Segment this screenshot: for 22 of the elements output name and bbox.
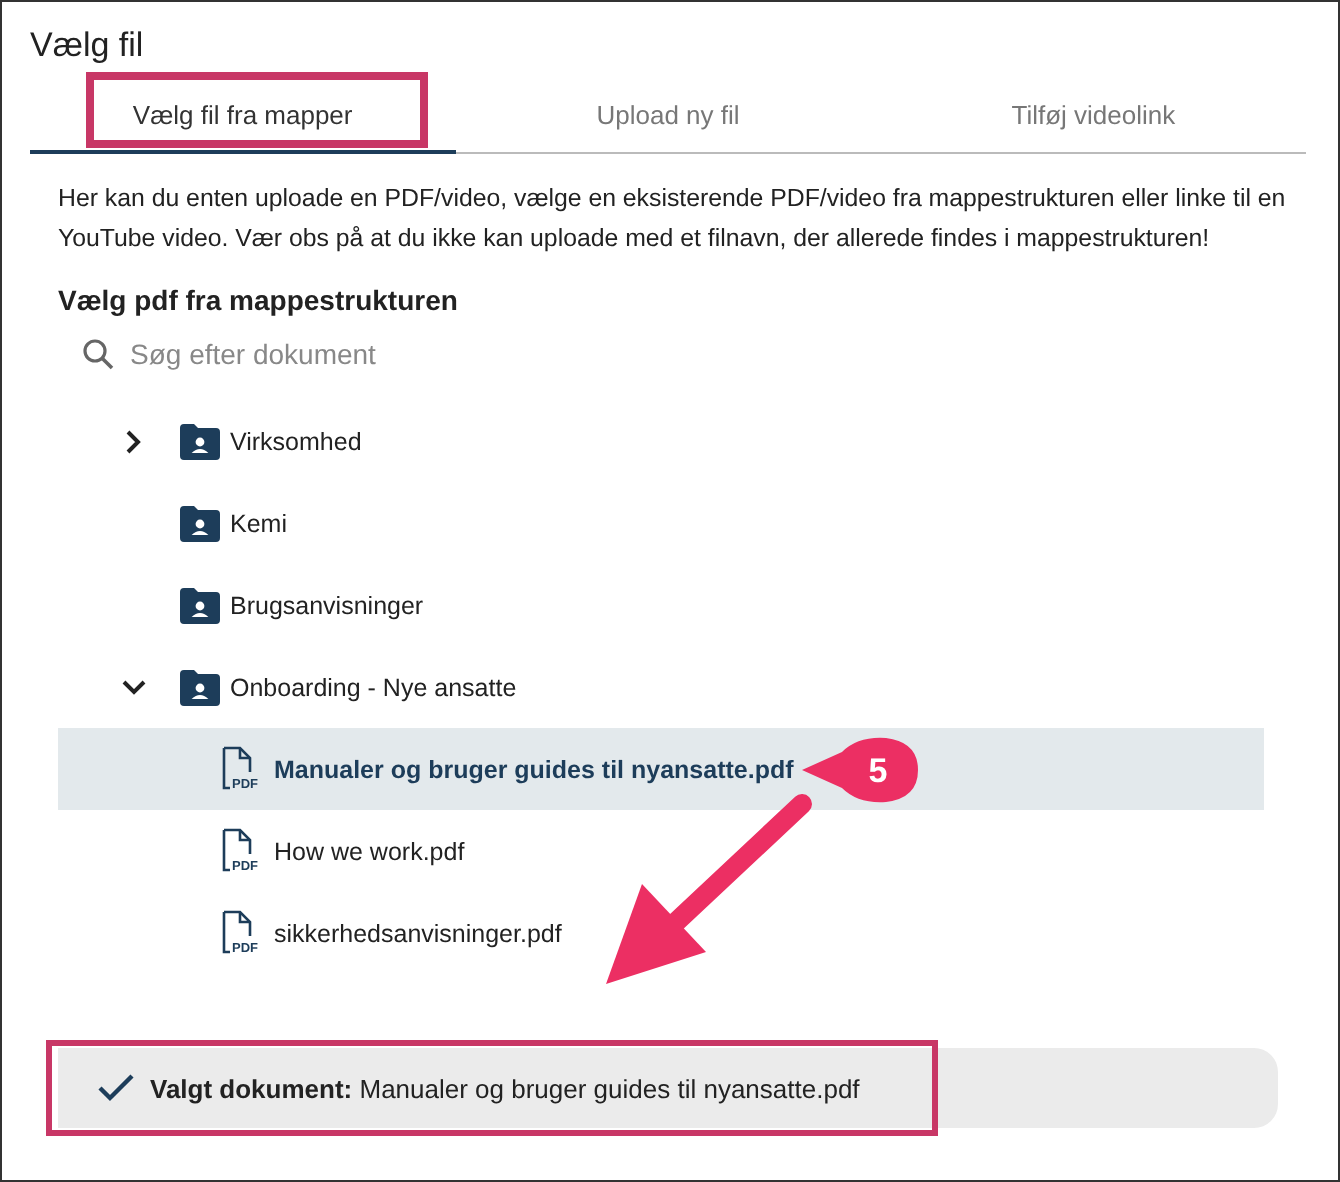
folder-icon bbox=[178, 423, 222, 459]
expand-chevron-icon[interactable] bbox=[126, 429, 142, 453]
tab[interactable]: Upload ny fil bbox=[455, 94, 881, 150]
dialog-title: Vælg fil bbox=[30, 26, 146, 66]
file-name: sikkerhedsanvisninger.pdf bbox=[274, 919, 562, 947]
search-icon bbox=[82, 338, 114, 370]
folder-name[interactable]: Virksomhed bbox=[230, 427, 362, 455]
tab[interactable]: Vælg fil fra mapper bbox=[30, 94, 456, 154]
checkmark-icon bbox=[98, 1074, 134, 1102]
file-name: Manualer og bruger guides til nyansatte.pdf bbox=[274, 755, 794, 783]
file-name: How we work.pdf bbox=[274, 837, 465, 865]
folder-icon bbox=[178, 669, 222, 705]
selected-document-text: Valgt dokument: Manualer og bruger guides til nyansatte.pdf bbox=[150, 1073, 860, 1103]
description-text: Her kan du enten uploade en PDF/video, vælge en eksisterende PDF/video fra mappestrukturen eller linke til en YouTube video. Vær obs på at du ikke kan uploade med et filnavn, der allerede findes i mappestrukturen! bbox=[58, 182, 1288, 256]
folder-name[interactable]: Kemi bbox=[230, 509, 287, 537]
folder-icon bbox=[178, 587, 222, 623]
tab[interactable]: Tilføj videolink bbox=[880, 94, 1307, 150]
section-heading: Vælg pdf fra mappestrukturen bbox=[58, 284, 460, 316]
folder-name[interactable]: Onboarding - Nye ansatte bbox=[230, 673, 517, 701]
folder-name[interactable]: Brugsanvisninger bbox=[230, 591, 424, 619]
folder-icon bbox=[178, 505, 222, 541]
collapse-chevron-icon[interactable] bbox=[122, 679, 146, 695]
